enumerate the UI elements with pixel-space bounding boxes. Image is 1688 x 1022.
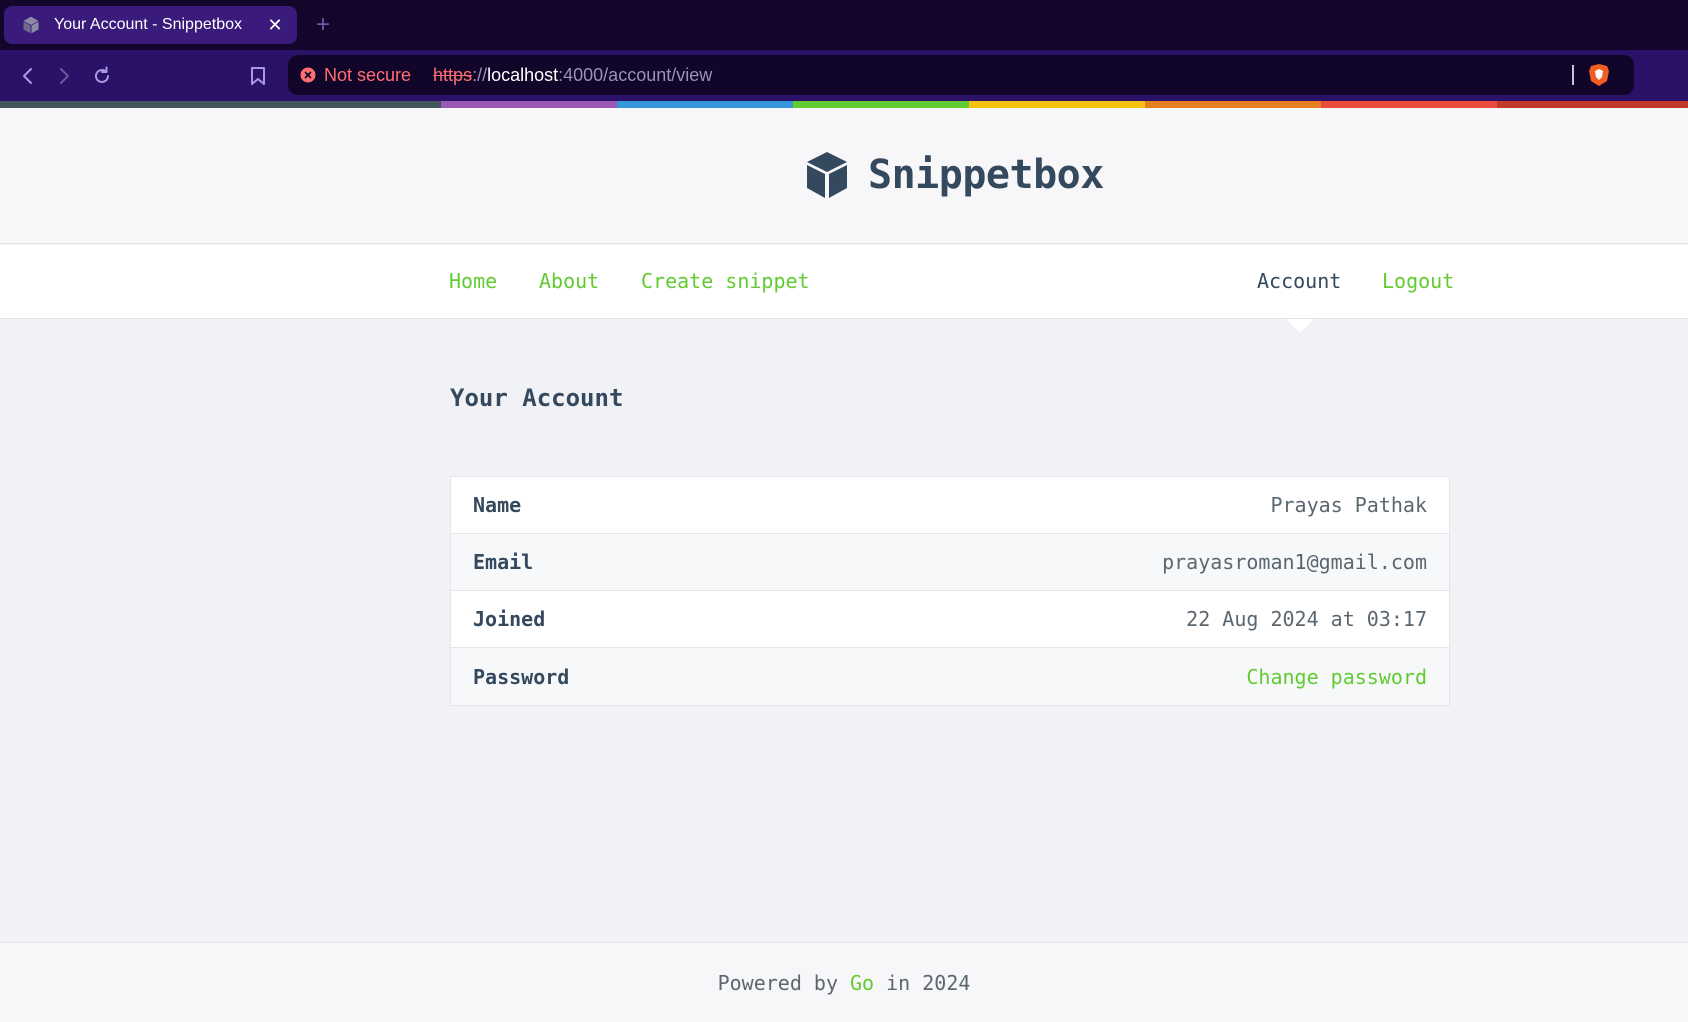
site-nav: Home About Create snippet Account Logout [0, 245, 1688, 319]
rainbow-segment [1145, 101, 1321, 108]
url-path: :4000/account/view [558, 64, 713, 85]
account-label: Joined [473, 607, 546, 631]
page-title: Your Account [450, 384, 624, 412]
rainbow-segment [1497, 101, 1688, 108]
brave-shield-icon[interactable] [1588, 63, 1610, 87]
footer-prefix: Powered by [717, 970, 839, 995]
account-label: Name [473, 493, 522, 517]
account-row-name: Name Prayas Pathak [451, 477, 1449, 534]
site-brand: Snippetbox [868, 152, 1104, 198]
tab-title: Your Account - Snippetbox [54, 16, 242, 33]
rainbow-segment [0, 101, 441, 108]
account-row-password: Password Change password [451, 648, 1449, 705]
site-footer: Powered by Go in 2024 [0, 942, 1688, 1022]
tab-favicon-cube-icon [20, 14, 42, 36]
rainbow-segment [1321, 101, 1497, 108]
reload-icon[interactable] [86, 60, 118, 92]
footer-go-link[interactable]: Go [850, 971, 874, 995]
account-label: Email [473, 550, 534, 574]
site-logo[interactable]: Snippetbox [804, 150, 1104, 200]
forward-icon[interactable] [48, 60, 80, 92]
change-password-link[interactable]: Change password [1246, 665, 1427, 689]
browser-tab-strip: Your Account - Snippetbox ✕ + [0, 0, 1688, 50]
account-value: 22 Aug 2024 at 03:17 [1186, 607, 1427, 631]
url-scheme: https [433, 64, 473, 85]
site-header: Snippetbox [0, 108, 1688, 244]
back-icon[interactable] [12, 60, 44, 92]
account-row-joined: Joined 22 Aug 2024 at 03:17 [451, 591, 1449, 648]
rainbow-bar [0, 101, 1688, 108]
new-tab-button[interactable]: + [311, 10, 335, 40]
rainbow-segment [969, 101, 1145, 108]
nav-about-link[interactable]: About [539, 269, 599, 293]
rainbow-segment [617, 101, 793, 108]
browser-toolbar: Not secure https://localhost:4000/accoun… [0, 50, 1688, 102]
rainbow-segment [793, 101, 969, 108]
url-separator: :// [472, 64, 488, 85]
account-value: Prayas Pathak [1270, 493, 1427, 517]
bookmark-icon[interactable] [242, 60, 274, 92]
rainbow-segment [441, 101, 617, 108]
cube-icon [807, 152, 847, 198]
nav-account-link[interactable]: Account [1257, 269, 1341, 293]
nav-logout-link[interactable]: Logout [1382, 269, 1454, 293]
account-label: Password [473, 664, 570, 689]
url-text[interactable]: https://localhost:4000/account/view [433, 65, 712, 86]
active-nav-indicator [1286, 319, 1314, 333]
url-host: localhost [487, 64, 559, 85]
security-status[interactable]: Not secure [324, 65, 411, 86]
account-row-email: Email prayasroman1@gmail.com [451, 534, 1449, 591]
omnibox-divider [1572, 65, 1574, 85]
tab-close-icon[interactable]: ✕ [265, 15, 285, 35]
nav-create-snippet-link[interactable]: Create snippet [641, 269, 810, 293]
nav-home-link[interactable]: Home [449, 269, 497, 293]
footer-suffix: in 2024 [886, 970, 971, 995]
browser-tab[interactable]: Your Account - Snippetbox ✕ [4, 6, 297, 44]
not-secure-icon[interactable] [300, 67, 316, 83]
page: Snippetbox Home About Create snippet Acc… [0, 108, 1688, 1022]
account-value: prayasroman1@gmail.com [1162, 550, 1427, 574]
account-table: Name Prayas Pathak Email prayasroman1@gm… [450, 476, 1450, 706]
address-bar[interactable]: Not secure https://localhost:4000/accoun… [288, 55, 1634, 95]
